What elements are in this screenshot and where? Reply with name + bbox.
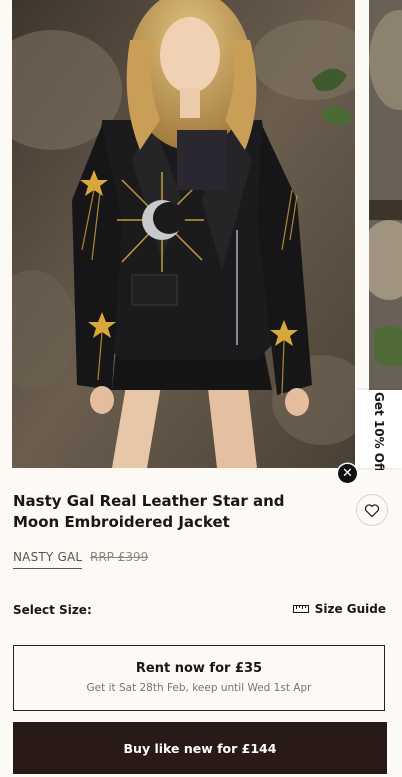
- size-guide-label: Size Guide: [314, 602, 386, 616]
- product-image[interactable]: [12, 0, 355, 468]
- select-size-label: Select Size:: [13, 603, 92, 617]
- rrp-price: RRP £399: [90, 550, 149, 564]
- product-title: Nasty Gal Real Leather Star and Moon Emb…: [13, 492, 285, 531]
- close-promo-button[interactable]: ✕: [338, 464, 357, 483]
- discount-promo-label: Get 10% Off: [371, 392, 386, 470]
- brand-link[interactable]: NASTY GAL: [13, 550, 83, 569]
- product-photo: [12, 0, 355, 468]
- rent-dates: Get it Sat 28th Feb, keep until Wed 1st …: [86, 682, 312, 694]
- product-image-gallery[interactable]: Get 10% Off: [0, 0, 402, 470]
- rent-title: Rent now for £35: [135, 661, 263, 676]
- discount-promo-tab[interactable]: Get 10% Off: [355, 390, 402, 470]
- rent-option-button[interactable]: Rent now for £35 Get it Sat 28th Feb, ke…: [13, 645, 385, 711]
- heart-icon: [364, 503, 380, 517]
- size-guide-link[interactable]: Size Guide: [292, 602, 386, 616]
- buy-button[interactable]: Buy like new for £144: [13, 722, 387, 774]
- wishlist-button[interactable]: [356, 494, 388, 526]
- close-icon: ✕: [342, 466, 353, 481]
- ruler-icon: [292, 605, 309, 613]
